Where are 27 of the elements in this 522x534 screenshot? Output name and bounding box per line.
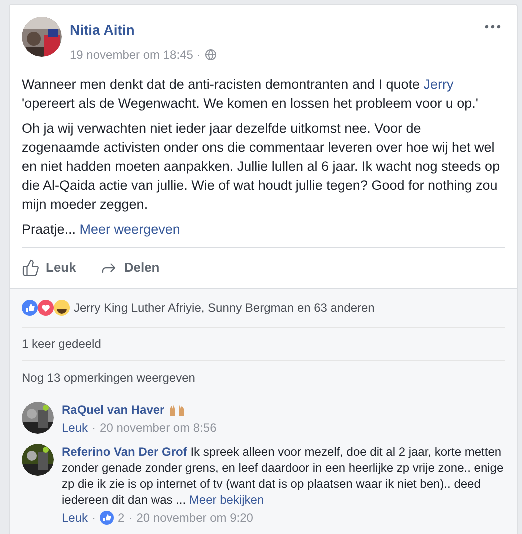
post-text: Praatje...	[22, 222, 76, 237]
like-button[interactable]: Leuk	[22, 258, 76, 278]
mention-link[interactable]: Jerry	[424, 77, 454, 92]
more-comments-link[interactable]: Nog 13 opmerkingen weergeven	[22, 368, 196, 386]
separator-dot: ·	[92, 420, 96, 436]
separator-dot: ·	[92, 510, 96, 526]
author-name[interactable]: Nitia Aitin	[70, 22, 135, 38]
separator-dot: ·	[128, 510, 133, 526]
commenter-name[interactable]: Referino Van Der Grof	[62, 445, 188, 459]
share-button[interactable]: Delen	[100, 258, 160, 278]
reactions-text[interactable]: Jerry King Luther Afriyie, Sunny Bergman en 63 anderen	[74, 299, 375, 317]
reaction-icons	[22, 300, 70, 316]
like-count: 2	[118, 510, 125, 526]
see-more-link[interactable]: Meer weergeven	[80, 222, 180, 237]
like-link[interactable]: Leuk	[62, 510, 88, 526]
thumbs-up-icon	[22, 259, 40, 277]
more-icon[interactable]	[485, 25, 501, 29]
post-text: Oh ja wij verwachten niet ieder jaar dezelfde uitkomst nee. Voor de zogenaamde activisten onder ons die commentaar leveren over hoe wij het wel en niet hadden moeten aanpakken. Jullie lullen al 6 jaar. Ik wacht nog steeds op die Al-Qaida actie van jullie. Wie of wat houdt jullie tegen? Good for nothing zou mijn moeder zeggen.	[22, 121, 500, 212]
shares-link[interactable]: 1 keer gedeeld	[22, 335, 102, 353]
comment-text: Referino Van Der Grof Ik spreek alleen voor mezelf, doe dit al 2 jaar, korte metten zonder genade zonder grens, en leef daardoor in een heerlijke zp vrije zone.. enige zp die ik zie is op internet of tv (want dat is op plaatsen waar ik niet ben).. deed iedereen dit dan was ... Meer bekijken	[62, 444, 505, 508]
commenter-name[interactable]: RaQuel van Haver	[62, 402, 165, 418]
globe-icon	[204, 49, 217, 61]
post-text: Wanneer men denkt dat de anti-racisten demontranten and I quote	[22, 77, 421, 92]
like-link[interactable]: Leuk	[62, 420, 88, 436]
post-text: 'opereert als de Wegenwacht. We komen en lossen het probleem voor u op.'	[22, 96, 478, 111]
thumbs-up-icon	[100, 511, 114, 525]
see-more-link[interactable]: Meer bekijken	[189, 493, 264, 507]
